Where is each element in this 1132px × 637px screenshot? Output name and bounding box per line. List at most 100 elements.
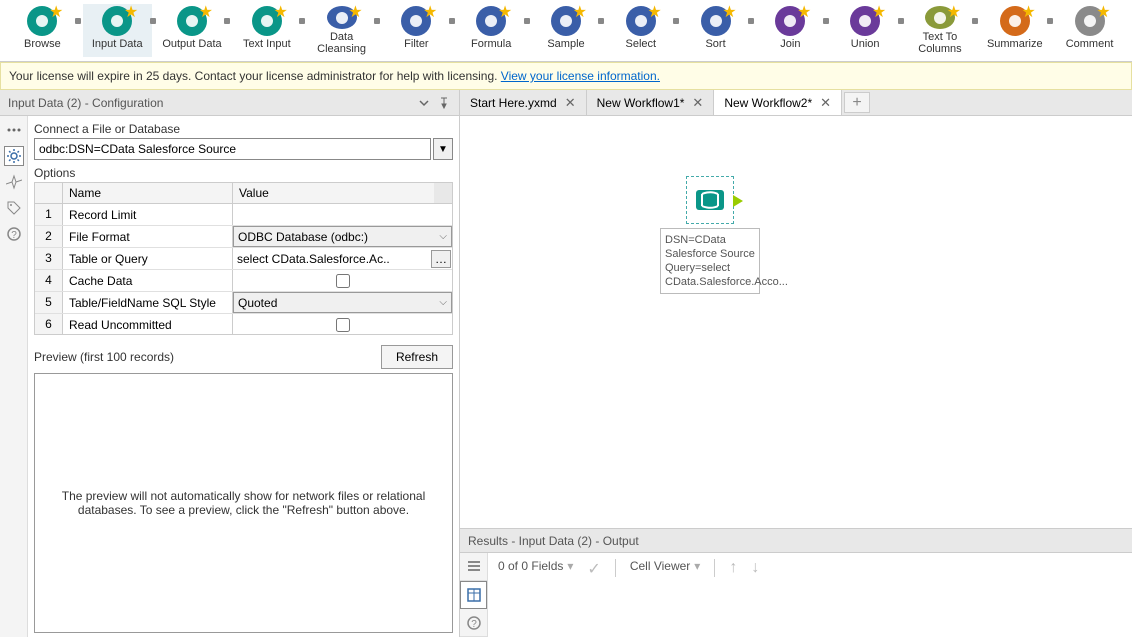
tool-label: Browse: [24, 38, 61, 50]
connector-icon: [673, 18, 679, 24]
options-label: Options: [34, 166, 453, 180]
preview-label: Preview (first 100 records): [34, 350, 174, 364]
tool-text-to-columns[interactable]: ★ Text To Columns: [906, 4, 975, 57]
tool-comment[interactable]: ★ Comment: [1055, 4, 1124, 57]
dots-icon[interactable]: [4, 120, 24, 140]
refresh-button[interactable]: Refresh: [381, 345, 453, 369]
star-icon: ★: [647, 2, 661, 22]
tool-data-cleansing[interactable]: ★ Data Cleansing: [307, 4, 376, 57]
option-name: Table/FieldName SQL Style: [63, 292, 233, 313]
star-icon: ★: [423, 2, 437, 22]
star-icon: ★: [273, 2, 287, 22]
tool-icon: ★: [775, 6, 805, 36]
tool-sample[interactable]: ★ Sample: [532, 4, 601, 57]
tool-input-data[interactable]: ★ Input Data: [83, 4, 152, 57]
chevron-down-icon[interactable]: [417, 96, 431, 110]
star-icon: ★: [498, 2, 512, 22]
license-text: Your license will expire in 25 days. Con…: [9, 69, 501, 83]
star-icon: ★: [573, 2, 587, 22]
tool-label: Output Data: [162, 38, 221, 50]
tool-label: Join: [780, 38, 800, 50]
tool-union[interactable]: ★ Union: [831, 4, 900, 57]
connector-icon: [374, 18, 380, 24]
tool-summarize[interactable]: ★ Summarize: [980, 4, 1049, 57]
connection-dropdown-button[interactable]: ▼: [433, 138, 453, 160]
tool-select[interactable]: ★ Select: [606, 4, 675, 57]
tool-label: Formula: [471, 38, 511, 50]
star-icon: ★: [49, 2, 63, 22]
row-number: 2: [35, 226, 63, 247]
tool-icon: ★: [27, 6, 57, 36]
option-name: Read Uncommitted: [63, 314, 233, 334]
svg-text:?: ?: [11, 230, 17, 241]
config-title: Input Data (2) - Configuration: [8, 96, 163, 110]
results-table-icon[interactable]: [460, 581, 487, 610]
option-checkbox[interactable]: [336, 318, 350, 332]
check-icon[interactable]: ✓: [587, 559, 600, 579]
tab-label: New Workflow2*: [724, 96, 812, 110]
connector-icon: [524, 18, 530, 24]
ribbon-toolbar: ★ Browse ★ Input Data ★ Output Data ★ Te…: [0, 0, 1132, 62]
tab-label: New Workflow1*: [597, 96, 685, 110]
tool-icon: ★: [252, 6, 282, 36]
options-header-name: Name: [63, 183, 233, 203]
ellipsis-button[interactable]: …: [431, 250, 451, 268]
close-icon[interactable]: ✕: [692, 95, 703, 111]
close-icon[interactable]: ✕: [820, 95, 831, 111]
connector-icon: [598, 18, 604, 24]
tool-browse[interactable]: ★ Browse: [8, 4, 77, 57]
cell-viewer-dropdown[interactable]: Cell Viewer ▾: [630, 559, 701, 573]
connector-icon: [150, 18, 156, 24]
input-data-node[interactable]: DSN=CData Salesforce Source Query=select…: [660, 176, 760, 294]
row-number: 1: [35, 204, 63, 225]
tool-label: Filter: [404, 38, 428, 50]
option-select[interactable]: Quoted⌵: [233, 292, 452, 313]
tab-label: Start Here.yxmd: [470, 96, 557, 110]
tag-icon[interactable]: [4, 198, 24, 218]
option-select[interactable]: ODBC Database (odbc:)⌵: [233, 226, 452, 247]
tool-formula[interactable]: ★ Formula: [457, 4, 526, 57]
tool-output-data[interactable]: ★ Output Data: [158, 4, 227, 57]
option-row: 3 Table or Query select CData.Salesforce…: [35, 248, 452, 270]
fields-count[interactable]: 0 of 0 Fields ▾: [498, 559, 573, 573]
tool-icon: ★: [925, 6, 955, 29]
tool-label: Input Data: [92, 38, 143, 50]
help-icon[interactable]: ?: [4, 224, 24, 244]
star-icon: ★: [872, 2, 886, 22]
option-checkbox[interactable]: [336, 274, 350, 288]
tool-icon: ★: [551, 6, 581, 36]
option-row: 2 File Format ODBC Database (odbc:)⌵: [35, 226, 452, 248]
arrow-down-icon[interactable]: ↓: [751, 559, 759, 577]
star-icon: ★: [124, 2, 138, 22]
tool-text-input[interactable]: ★ Text Input: [232, 4, 301, 57]
results-help-icon[interactable]: ?: [460, 609, 487, 637]
workflow-tab[interactable]: New Workflow1* ✕: [587, 90, 715, 115]
nav-icon[interactable]: [4, 172, 24, 192]
tool-label: Sample: [547, 38, 584, 50]
close-icon[interactable]: ✕: [565, 95, 576, 111]
node-output-connector[interactable]: [733, 195, 743, 207]
tool-label: Sort: [705, 38, 725, 50]
tool-join[interactable]: ★ Join: [756, 4, 825, 57]
star-icon: ★: [1021, 2, 1035, 22]
gear-icon[interactable]: [4, 146, 24, 166]
workflow-tab[interactable]: Start Here.yxmd ✕: [460, 90, 587, 115]
add-tab-button[interactable]: +: [844, 92, 870, 113]
tool-label: Text Input: [243, 38, 291, 50]
arrow-up-icon[interactable]: ↑: [729, 559, 737, 577]
license-link[interactable]: View your license information.: [501, 69, 660, 83]
connector-icon: [75, 18, 81, 24]
star-icon: ★: [722, 2, 736, 22]
workflow-canvas[interactable]: DSN=CData Salesforce Source Query=select…: [460, 116, 1132, 528]
results-list-icon[interactable]: [460, 553, 487, 581]
pin-icon[interactable]: [437, 96, 451, 110]
connect-label: Connect a File or Database: [34, 122, 453, 136]
node-annotation: DSN=CData Salesforce Source Query=select…: [660, 228, 760, 294]
tool-icon: ★: [476, 6, 506, 36]
option-row: 5 Table/FieldName SQL Style Quoted⌵: [35, 292, 452, 314]
connection-input[interactable]: [34, 138, 431, 160]
tool-filter[interactable]: ★ Filter: [382, 4, 451, 57]
tool-sort[interactable]: ★ Sort: [681, 4, 750, 57]
connector-icon: [898, 18, 904, 24]
workflow-tab[interactable]: New Workflow2* ✕: [714, 90, 842, 115]
